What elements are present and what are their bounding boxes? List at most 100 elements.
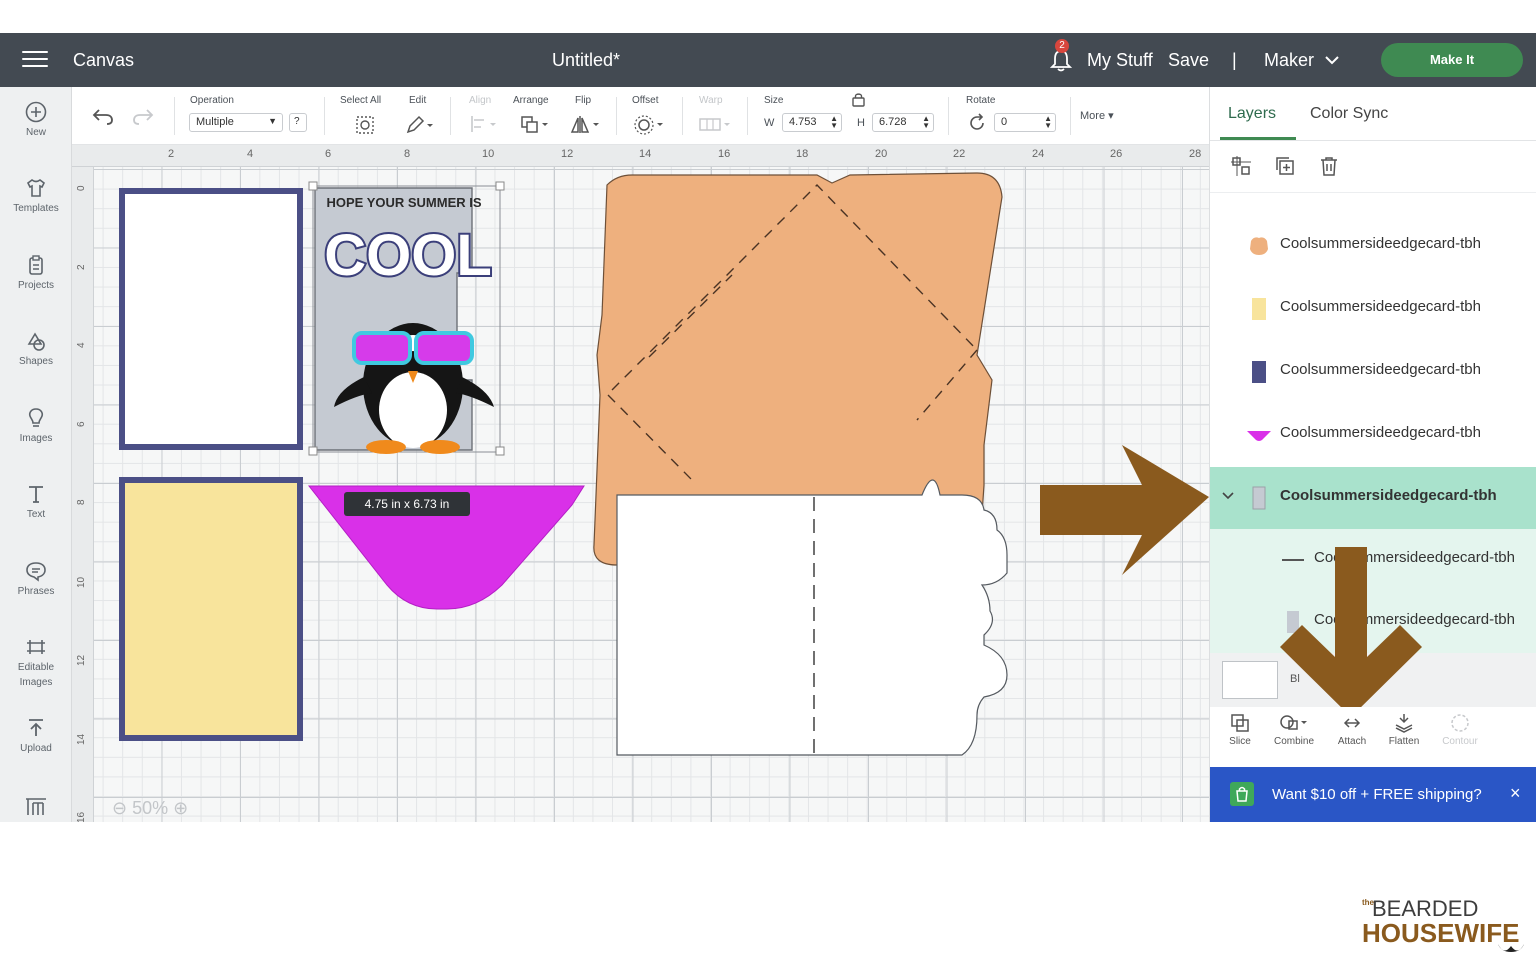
attach-button[interactable]: Attach bbox=[1324, 713, 1380, 747]
selection-handle[interactable] bbox=[495, 446, 505, 456]
shirt-icon bbox=[26, 179, 46, 197]
toolbar-separator bbox=[324, 97, 325, 135]
rotate-icon bbox=[970, 113, 984, 130]
sidebar-label: Templates bbox=[13, 203, 59, 214]
more-button[interactable]: More ▾ bbox=[1080, 109, 1114, 122]
sidebar-label: Editable bbox=[17, 662, 55, 673]
tab-layers[interactable]: Layers bbox=[1228, 105, 1276, 123]
sidebar-item-new[interactable]: New bbox=[0, 101, 72, 139]
layer-row[interactable]: Coolsummersideedgecard-tbh bbox=[1210, 404, 1536, 466]
combine-button[interactable]: Combine bbox=[1266, 713, 1322, 747]
layer-row[interactable]: Coolsummersideedgecard-tbh bbox=[1210, 215, 1536, 277]
combine-icon bbox=[1280, 715, 1307, 730]
white-card-inner[interactable] bbox=[125, 194, 297, 444]
delete-trash-icon[interactable] bbox=[1318, 155, 1340, 177]
text-icon bbox=[29, 486, 43, 503]
chevron-down-icon[interactable] bbox=[1325, 56, 1339, 65]
toolbar-separator bbox=[948, 97, 949, 135]
sidebar-item-monogram[interactable] bbox=[0, 795, 72, 817]
layer-row[interactable]: Coolsummersideedgecard-tbh bbox=[1210, 278, 1536, 340]
rotate-input[interactable]: 0 ▲ ▼ bbox=[994, 113, 1056, 132]
yellow-card[interactable] bbox=[125, 483, 297, 735]
group-icon[interactable] bbox=[1230, 155, 1252, 177]
cricut-design-space-window: Canvas Untitled* 2 My Stuff Save | Maker… bbox=[0, 33, 1536, 822]
my-stuff-link[interactable]: My Stuff bbox=[1087, 50, 1153, 71]
flatten-button[interactable]: Flatten bbox=[1376, 713, 1432, 747]
offset-label: Offset bbox=[632, 95, 659, 106]
sidebar-label-line2: Images bbox=[19, 677, 53, 688]
promo-banner[interactable]: Want $10 off + FREE shipping? × bbox=[1210, 767, 1536, 822]
white-card-base[interactable] bbox=[616, 479, 1008, 756]
warp-icon[interactable] bbox=[697, 114, 733, 134]
flip-icon[interactable] bbox=[570, 114, 602, 134]
flip-label: Flip bbox=[575, 95, 592, 106]
menu-icon[interactable] bbox=[22, 51, 48, 69]
shopping-bag-icon bbox=[1230, 782, 1254, 806]
edit-pencil-icon[interactable] bbox=[405, 114, 435, 136]
layer-row-selected[interactable]: Coolsummersideedgecard-tbh bbox=[1210, 467, 1536, 529]
operation-select[interactable]: Multiple ▼ bbox=[189, 113, 283, 132]
operation-value: Multiple bbox=[196, 116, 234, 128]
sidebar-item-projects[interactable]: Projects bbox=[0, 254, 72, 292]
sidebar-item-text[interactable]: Text bbox=[0, 483, 72, 521]
tutorial-arrow-right bbox=[1040, 445, 1209, 575]
layer-row[interactable]: Coolsummersideedgecard-tbh bbox=[1210, 341, 1536, 403]
warp-label: Warp bbox=[699, 95, 723, 106]
arrange-icon[interactable] bbox=[519, 114, 551, 134]
lightbulb-icon bbox=[28, 408, 44, 427]
zoom-in-icon[interactable]: ⊕ bbox=[173, 798, 188, 818]
sidebar-item-upload[interactable]: Upload bbox=[0, 717, 72, 755]
zoom-control[interactable]: ⊖ 50% ⊕ bbox=[112, 798, 188, 819]
select-all-icon[interactable] bbox=[354, 114, 376, 136]
sidebar-item-images[interactable]: Images bbox=[0, 407, 72, 445]
machine-select[interactable]: Maker bbox=[1264, 50, 1314, 71]
save-button[interactable]: Save bbox=[1168, 50, 1209, 71]
more-label: More bbox=[1080, 110, 1106, 122]
selection-handle[interactable] bbox=[308, 446, 318, 456]
undo-icon[interactable] bbox=[92, 107, 114, 125]
width-input[interactable]: 4.753 ▲ ▼ bbox=[782, 113, 842, 132]
notification-badge: 2 bbox=[1055, 39, 1069, 53]
stepper-icon[interactable]: ▲ ▼ bbox=[1044, 115, 1052, 130]
contour-icon bbox=[1451, 714, 1469, 732]
rotate-label: Rotate bbox=[966, 95, 996, 106]
height-input[interactable]: 6.728 ▲ ▼ bbox=[872, 113, 934, 132]
sidebar-item-editable-images[interactable]: Editable Images bbox=[0, 636, 72, 689]
upload-icon bbox=[29, 719, 43, 736]
combine-label: Combine bbox=[1273, 736, 1315, 747]
selection-handle[interactable] bbox=[308, 181, 318, 191]
rotate-value: 0 bbox=[1001, 116, 1008, 128]
operation-help-button[interactable]: ? bbox=[289, 113, 307, 132]
toolbar-separator bbox=[747, 97, 748, 135]
redo-icon[interactable] bbox=[132, 107, 154, 125]
card-headline-text: HOPE YOUR SUMMER IS bbox=[326, 195, 481, 210]
sidebar-item-shapes[interactable]: Shapes bbox=[0, 330, 72, 368]
chevron-down-icon[interactable] bbox=[1222, 492, 1234, 500]
contour-button[interactable]: Contour bbox=[1432, 713, 1488, 747]
sidebar-item-phrases[interactable]: Phrases bbox=[0, 560, 72, 598]
align-icon[interactable] bbox=[469, 114, 499, 134]
design-canvas[interactable]: 2 4 6 8 10 12 14 16 18 20 22 24 26 28 0 … bbox=[72, 145, 1209, 822]
document-title[interactable]: Untitled* bbox=[552, 50, 620, 71]
layer-name: Coolsummersideedgecard-tbh bbox=[1280, 235, 1481, 252]
left-sidebar: New Templates Projects Shapes Images Tex… bbox=[0, 87, 72, 822]
slice-button[interactable]: Slice bbox=[1212, 713, 1268, 747]
stepper-icon[interactable]: ▲ ▼ bbox=[922, 115, 930, 130]
arrange-label: Arrange bbox=[513, 95, 549, 106]
duplicate-icon[interactable] bbox=[1274, 155, 1296, 177]
edit-toolbar: Operation Multiple ▼ ? Select All Edit A… bbox=[72, 87, 1209, 145]
make-it-button[interactable]: Make It bbox=[1381, 43, 1523, 77]
sidebar-item-templates[interactable]: Templates bbox=[0, 177, 72, 215]
zoom-out-icon[interactable]: ⊖ bbox=[112, 798, 127, 818]
tab-color-sync[interactable]: Color Sync bbox=[1310, 105, 1388, 123]
promo-close-button[interactable]: × bbox=[1510, 783, 1521, 804]
offset-icon[interactable] bbox=[633, 114, 665, 136]
lock-icon[interactable] bbox=[852, 92, 865, 107]
height-label: H bbox=[857, 117, 865, 129]
toolbar-separator bbox=[1070, 97, 1071, 135]
stepper-icon[interactable]: ▲ ▼ bbox=[830, 115, 838, 130]
slice-label: Slice bbox=[1229, 736, 1251, 747]
layer-name: Coolsummersideedgecard-tbh bbox=[1280, 298, 1481, 315]
selection-handle[interactable] bbox=[495, 181, 505, 191]
layer-name: Coolsummersideedgecard-tbh bbox=[1280, 487, 1497, 504]
